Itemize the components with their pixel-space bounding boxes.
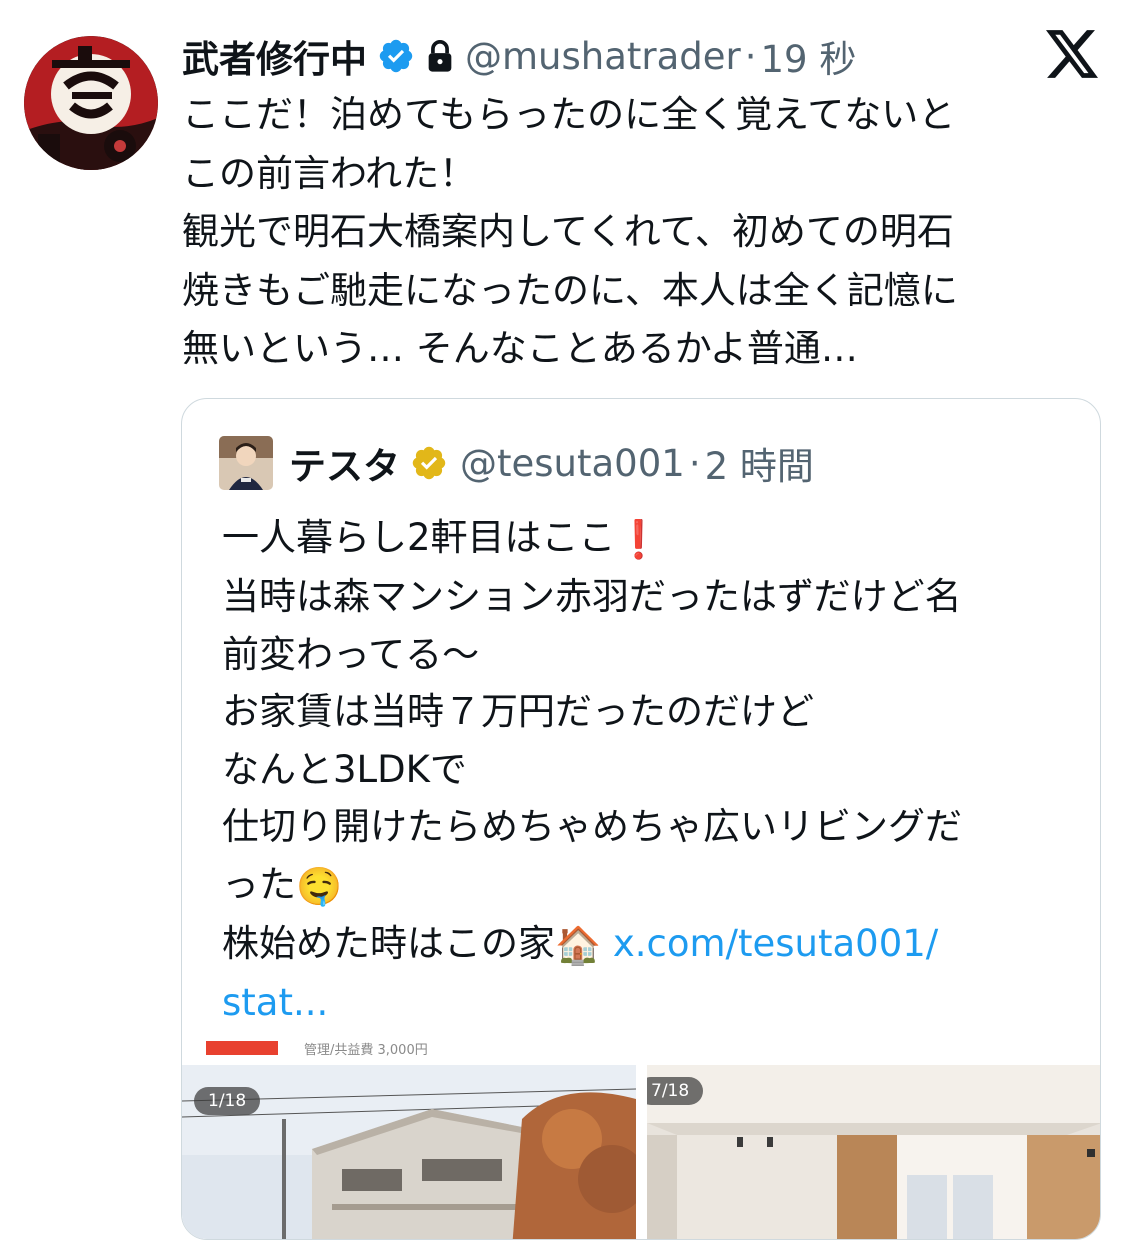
drooling-face-emoji-icon: 🤤: [296, 864, 343, 908]
quoted-status-link-continued[interactable]: stat...: [222, 981, 328, 1024]
tweet-text-line: この前言われた！: [182, 151, 477, 195]
quoted-text-line: お家賃は当時７万円だったのだけど: [222, 690, 814, 734]
author-avatar-image: [24, 36, 158, 170]
quoted-text-segment: 一人暮らし2軒目はここ: [222, 516, 616, 559]
media-thumbnail-building[interactable]: 管理/共益費 3,000円 1/18: [182, 1039, 636, 1239]
interior-photo-image: [647, 1065, 1100, 1239]
media-counter-badge: 1/18: [194, 1087, 261, 1115]
author-avatar[interactable]: [24, 36, 158, 170]
quoted-author-avatar[interactable]: [219, 436, 273, 490]
price-snippet-text: 管理/共益費 3,000円: [304, 1043, 428, 1058]
quoted-text-segment: 株始めた時はこの家: [222, 922, 555, 965]
media-thumbnail-interior[interactable]: 7/18: [647, 1065, 1100, 1239]
lock-icon: [428, 40, 452, 72]
building-photo-image: 管理/共益費 3,000円: [182, 1039, 636, 1239]
quoted-tweet-timestamp[interactable]: 2 時間: [705, 436, 814, 490]
tweet-timestamp[interactable]: 19 秒: [761, 29, 857, 83]
quoted-text-line: 当時は森マンション赤羽だったはずだけど名: [222, 575, 962, 619]
tweet-header: 武者修行中 @mushatrader · 19 秒: [182, 28, 856, 84]
header-separator: ·: [744, 34, 757, 78]
x-logo-icon[interactable]: [1046, 30, 1098, 78]
quoted-text-line: 株始めた時はこの家🏠 x.com/tesuta001/: [222, 915, 1082, 974]
quoted-tweet-text: 一人暮らし2軒目はここ❗ 当時は森マンション赤羽だったはずだけど名 前変わってる…: [222, 509, 1082, 1032]
verified-badge-icon[interactable]: [377, 37, 415, 75]
tweet-text-line: ここだ！泊めてもらったのに全く覚えてないと: [182, 93, 956, 136]
quoted-author-handle[interactable]: @tesuta001: [460, 442, 685, 485]
gold-verified-badge-icon[interactable]: [410, 444, 448, 482]
quoted-text-line: 前変わってる〜: [222, 632, 480, 676]
author-display-name[interactable]: 武者修行中: [182, 29, 367, 83]
quoted-text-line: 一人暮らし2軒目はここ❗: [222, 509, 1082, 568]
quoted-text-line: stat...: [222, 974, 1082, 1032]
quoted-text-line: 仕切り開けたらめちゃめちゃ広いリビングだ: [222, 805, 962, 849]
quoted-tweet-header: テスタ @tesuta001 · 2 時間: [219, 435, 814, 491]
quoted-text-line: った🤤: [222, 856, 1082, 915]
tweet-text-line: 焼きもご馳走になったのに、本人は全く記憶に: [182, 268, 958, 312]
exclamation-emoji-icon: ❗: [615, 517, 662, 561]
quoted-header-separator: ·: [688, 441, 701, 485]
quoted-author-display-name[interactable]: テスタ: [289, 436, 400, 490]
house-emoji-icon: 🏠: [555, 923, 602, 967]
media-counter-badge: 7/18: [647, 1077, 704, 1105]
quoted-status-link[interactable]: x.com/tesuta001/: [613, 922, 938, 965]
tweet-text-line: 無いという… そんなことあるかよ普通…: [182, 327, 858, 370]
tweet-text-line: 観光で明石大橋案内してくれて、初めての明石: [182, 210, 954, 253]
author-handle[interactable]: @mushatrader: [465, 35, 741, 78]
quoted-text-segment: った: [222, 862, 296, 906]
quoted-text-line: なんと3LDKで: [222, 747, 467, 791]
quoted-tweet-card[interactable]: テスタ @tesuta001 · 2 時間 一人暮らし2軒目はここ❗ 当時は森マ…: [181, 398, 1101, 1240]
tweet-text: ここだ！泊めてもらったのに全く覚えてないと この前言われた！ 観光で明石大橋案内…: [182, 86, 1082, 379]
quoted-author-avatar-image: [219, 436, 273, 490]
